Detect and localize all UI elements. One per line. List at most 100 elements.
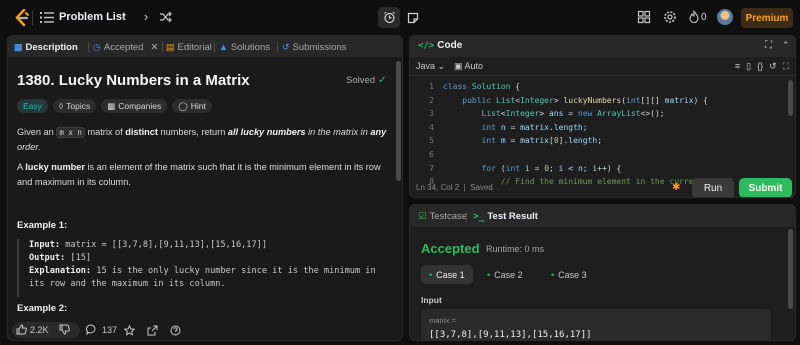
line-number: 3 [429,109,434,119]
chip-label: Hint [190,101,206,111]
chip-label: Topics [66,101,91,111]
scrollbar[interactable] [788,229,793,309]
tab-description[interactable]: ▦ Description [14,40,78,54]
topics-chip[interactable]: ◊ Topics [52,99,97,113]
result-tabs: ☑ Testcase >_ Test Result [410,205,795,227]
line-number: 5 [429,136,434,146]
avatar[interactable] [717,9,733,25]
tab-label: Solutions [230,41,271,53]
code-line: for (int i = 0; i < n; i++) { [481,163,622,173]
editor-actions: ≡ ▯ {} ↺ ⛶ [735,61,789,72]
lock-icon: ▩ [107,100,116,111]
run-button[interactable]: Run [692,178,734,197]
gear-icon[interactable] [663,10,677,24]
text: matrix of [84,127,126,137]
text: Given an [17,127,57,137]
thumbs-up-icon [16,324,27,335]
debug-icon[interactable]: ✱ [672,182,680,193]
case-2-tab[interactable]: • Case 2 [479,265,531,284]
dislike-button[interactable] [59,324,70,335]
tab-editorial[interactable]: ▤ Editorial [166,40,212,54]
chip-label: Companies [118,101,162,111]
description-paragraph-2: A lucky number is an element of the matr… [17,160,387,190]
like-button[interactable]: 2.2K [16,324,49,335]
list-icon[interactable] [40,11,54,24]
timer-button[interactable] [378,7,400,28]
companies-chip[interactable]: ▩ Companies [101,99,168,113]
position-text: Ln 34, Col 2 [416,183,460,192]
case-1-tab[interactable]: • Case 1 [421,265,473,284]
status-accepted: Accepted [421,241,480,256]
alarm-clock-icon [383,11,395,24]
tab-label: Testcase [429,211,468,222]
divider [88,42,89,52]
comment-icon [86,324,96,335]
language-select[interactable]: Java ⌄ [416,61,445,72]
chevron-left-icon[interactable]: ‹ [117,10,131,24]
bookmark-icon[interactable]: ▯ [746,61,751,72]
reset-icon[interactable]: ↺ [769,61,777,72]
chevron-right-icon[interactable]: › [139,10,153,24]
tab-solutions[interactable]: ▲ Solutions [219,40,270,54]
close-icon[interactable]: ✕ [150,42,158,53]
output-value: [15] [65,253,92,263]
problem-list-link[interactable]: Problem List [59,11,126,23]
example-2-title: Example 2: [17,303,68,314]
chevron-up-icon[interactable]: ⌃ [782,40,790,51]
code-footer: Ln 34, Col 2 | Saved ✱ Run Submit [410,176,795,197]
pass-dot-icon: • [487,269,491,280]
description-paragraph-1: Given an m x n matrix of distinct number… [17,125,387,155]
help-icon[interactable] [170,325,181,336]
maximize-icon[interactable]: ⛶ [765,40,772,51]
submit-button[interactable]: Submit [739,178,792,197]
comments-button[interactable]: 137 [86,324,117,335]
auto-label: Auto [464,61,484,71]
scrollbar[interactable] [788,80,793,116]
panel-title: Code [437,40,463,51]
comment-count: 137 [102,324,118,335]
scrollbar[interactable] [396,61,401,181]
bold-text: lucky number [25,162,85,172]
description-panel: ▦ Description ◷ Accepted ✕ ▤ Editorial ▲… [7,35,403,341]
explanation-label: Explanation: [29,266,92,276]
difficulty-badge: Easy [17,99,48,113]
tab-testcase[interactable]: ☑ Testcase [418,211,467,222]
notes-button[interactable] [402,7,424,28]
input-label: Input [421,295,442,305]
divider [214,42,215,52]
tab-submissions[interactable]: ↺ Submissions [282,40,346,54]
tab-test-result[interactable]: >_ Test Result [473,211,538,222]
layout-grid-icon[interactable] [637,10,651,24]
tab-accepted[interactable]: ◷ Accepted ✕ [93,40,158,54]
braces-icon[interactable]: {} [757,61,763,72]
note-icon [407,12,419,23]
line-number: 6 [429,150,434,159]
case-3-tab[interactable]: • Case 3 [543,265,595,284]
italic-text: order. [17,142,41,152]
star-icon[interactable] [124,325,135,336]
pass-dot-icon: • [551,269,555,280]
fire-icon[interactable] [687,10,701,24]
inline-code: m x n [56,127,85,138]
fullscreen-icon[interactable]: ⛶ [783,61,789,72]
shuffle-icon[interactable] [159,11,172,23]
check-circle-icon: ✓ [378,75,387,86]
divider [466,212,467,222]
code-area[interactable]: 1 class Solution {2 public List<Integer> … [410,80,790,186]
line-number: 7 [429,163,434,173]
tab-label: Editorial [177,41,212,53]
explanation-value: 15 is the only lucky number since it is … [91,266,376,276]
share-icon[interactable] [147,325,158,336]
divider [277,42,278,52]
leetcode-logo-icon[interactable] [14,9,30,27]
chevron-down-icon: ⌄ [437,61,446,71]
description-icon: ▦ [14,41,23,52]
description-tabs: ▦ Description ◷ Accepted ✕ ▤ Editorial ▲… [8,36,402,57]
premium-button[interactable]: Premium [741,8,793,28]
format-icon[interactable]: ≡ [735,61,740,72]
auto-mode-toggle[interactable]: ▣ Auto [454,61,483,72]
hint-chip[interactable]: ◯ Hint [172,99,212,113]
bold-text: distinct [125,127,158,137]
tag-chips: Easy ◊ Topics ▩ Companies ◯ Hint [17,99,212,113]
text: numbers, return [157,127,228,137]
